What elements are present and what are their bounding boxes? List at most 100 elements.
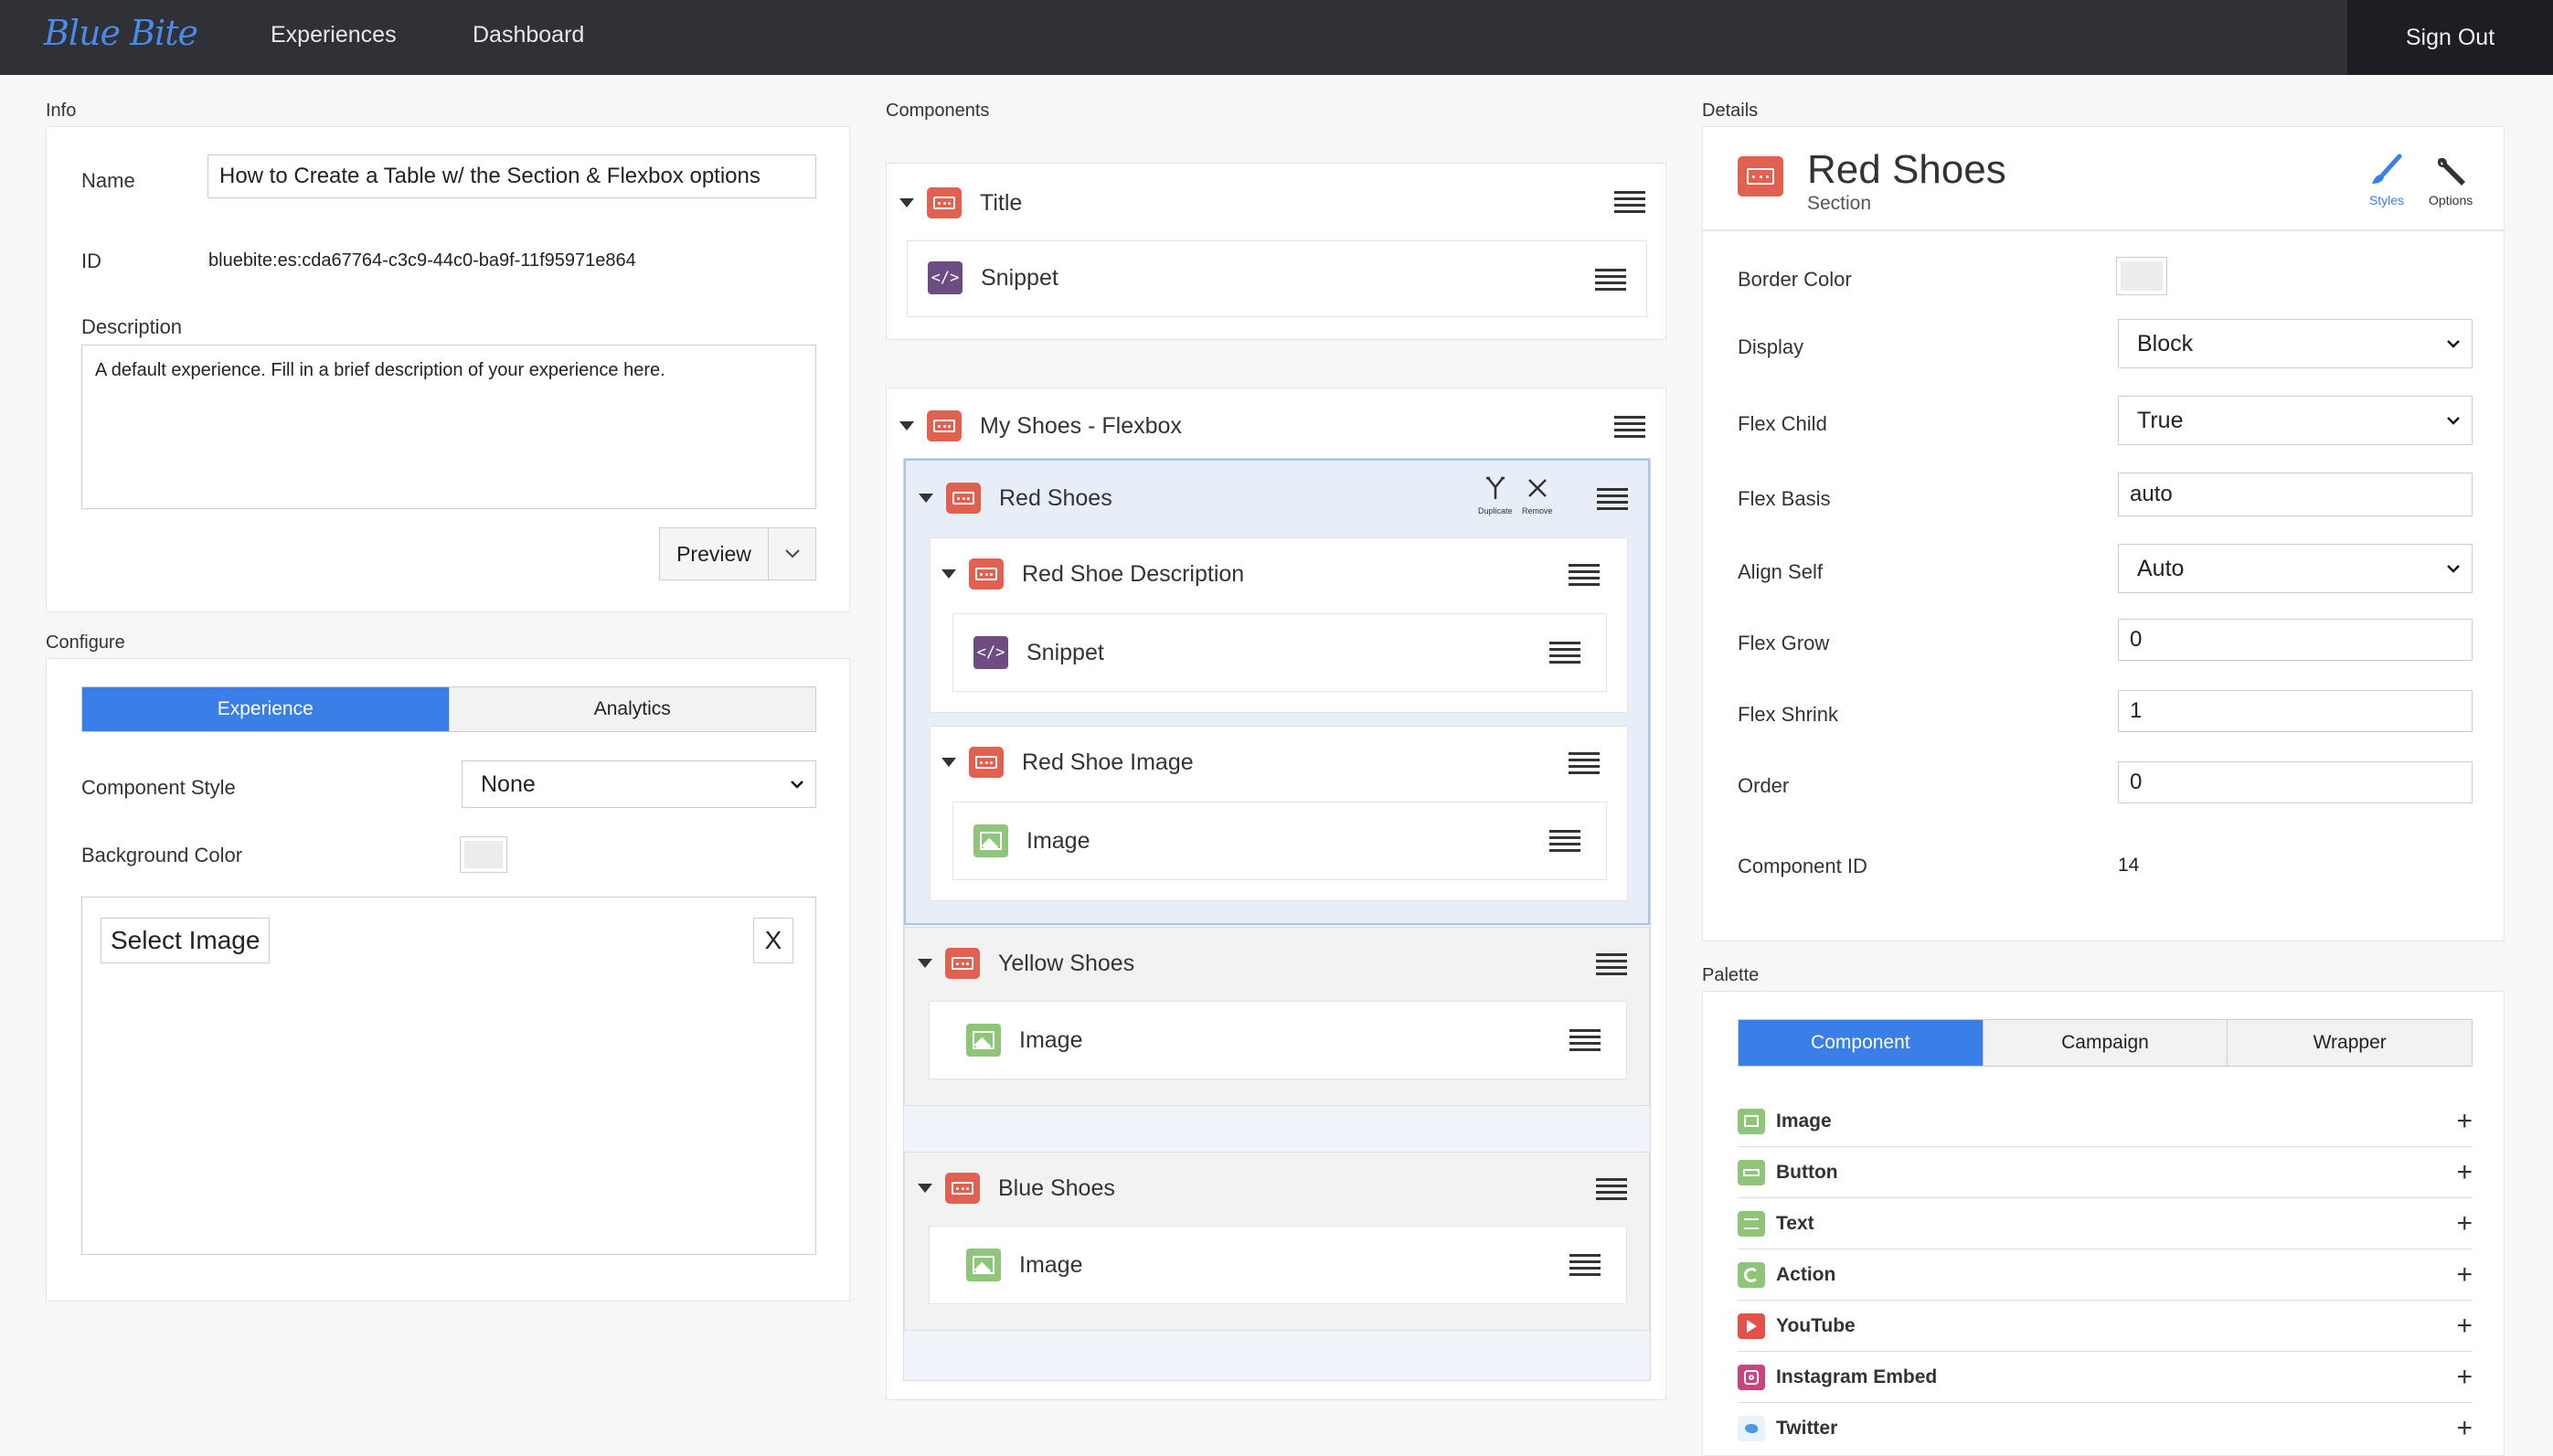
configure-section-label: Configure	[46, 632, 125, 653]
flex-shrink-label: Flex Shrink	[1738, 703, 1839, 726]
palette-item-text[interactable]: Text +	[1738, 1198, 2473, 1249]
red-shoes-section[interactable]: Red Shoes Duplicate Remove Red Shoe Desc…	[904, 459, 1650, 925]
flex-child-select[interactable]: True	[2118, 396, 2473, 445]
tab-analytics[interactable]: Analytics	[449, 687, 815, 731]
description-textarea[interactable]: A default experience. Fill in a brief de…	[81, 345, 816, 509]
display-value: Block	[2137, 330, 2194, 356]
close-icon	[1525, 475, 1550, 506]
drag-handle-icon[interactable]	[1596, 1178, 1627, 1200]
flex-basis-input[interactable]: auto	[2118, 473, 2473, 516]
snippet-card[interactable]: </> Snippet	[907, 240, 1647, 317]
background-color-swatch[interactable]	[460, 836, 507, 873]
tab-wrapper[interactable]: Wrapper	[2228, 1020, 2473, 1066]
border-color-swatch[interactable]	[2116, 257, 2167, 295]
tab-experience[interactable]: Experience	[82, 687, 450, 731]
palette-item-instagram-embed[interactable]: Instagram Embed +	[1738, 1352, 2473, 1403]
red-shoes-row[interactable]: Red Shoes	[919, 483, 1112, 514]
instagram-icon	[1738, 1364, 1765, 1390]
nav-dashboard[interactable]: Dashboard	[473, 22, 584, 48]
red-shoe-description-card[interactable]: Red Shoe Description </> Snippet	[930, 537, 1628, 713]
yellow-shoes-row[interactable]: Yellow Shoes	[918, 948, 1134, 979]
description-label: Description	[81, 315, 183, 338]
drag-handle-icon[interactable]	[1549, 830, 1580, 852]
align-self-value: Auto	[2137, 555, 2185, 581]
duplicate-button[interactable]: Duplicate	[1478, 475, 1513, 515]
title-section-card[interactable]: Title </> Snippet	[886, 163, 1666, 340]
palette-item-label: Button	[1776, 1161, 1838, 1183]
blue-shoes-row[interactable]: Blue Shoes	[918, 1173, 1115, 1204]
name-input[interactable]: How to Create a Table w/ the Section & F…	[207, 154, 816, 198]
collapse-triangle-icon[interactable]	[918, 1184, 932, 1193]
yellow-shoes-label: Yellow Shoes	[998, 950, 1135, 976]
image-card[interactable]: Image	[952, 802, 1607, 880]
plus-icon[interactable]: +	[2456, 1260, 2473, 1289]
palette-item-action[interactable]: Action +	[1738, 1249, 2473, 1301]
display-label: Display	[1738, 335, 1804, 358]
component-id-label: Component ID	[1738, 855, 1867, 877]
flex-child-label: Flex Child	[1738, 412, 1827, 435]
drag-handle-icon[interactable]	[1569, 752, 1600, 774]
flex-grow-input[interactable]: 0	[2118, 619, 2473, 661]
palette-item-button[interactable]: Button +	[1738, 1147, 2473, 1198]
options-label: Options	[2429, 193, 2473, 207]
flex-shrink-input[interactable]: 1	[2118, 690, 2473, 732]
drag-handle-icon[interactable]	[1614, 191, 1645, 213]
drag-handle-icon[interactable]	[1614, 416, 1645, 438]
blue-bite-logo[interactable]: Blue Bite	[44, 13, 198, 53]
styles-tab[interactable]: Styles	[2368, 153, 2405, 207]
background-color-label: Background Color	[81, 844, 243, 866]
display-select[interactable]: Block	[2118, 319, 2473, 368]
collapse-triangle-icon[interactable]	[899, 198, 914, 207]
red-shoe-image-row[interactable]: Red Shoe Image	[941, 747, 1194, 778]
drag-handle-icon[interactable]	[1569, 564, 1600, 586]
chevron-down-icon	[791, 781, 803, 789]
align-self-label: Align Self	[1738, 560, 1823, 583]
collapse-triangle-icon[interactable]	[941, 758, 956, 767]
plus-icon[interactable]: +	[2456, 1107, 2473, 1135]
info-panel: Name How to Create a Table w/ the Sectio…	[46, 126, 850, 612]
tab-component[interactable]: Component	[1739, 1020, 1984, 1066]
drag-handle-icon[interactable]	[1595, 269, 1626, 291]
collapse-triangle-icon[interactable]	[918, 959, 932, 968]
collapse-triangle-icon[interactable]	[919, 494, 933, 503]
options-tab[interactable]: Options	[2429, 153, 2473, 207]
preview-button[interactable]: Preview	[659, 527, 816, 580]
snippet-row: </> Snippet	[928, 261, 1058, 294]
red-shoe-description-row[interactable]: Red Shoe Description	[941, 558, 1244, 590]
drag-handle-icon[interactable]	[1597, 488, 1628, 510]
drag-handle-icon[interactable]	[1549, 642, 1580, 664]
palette-item-twitter[interactable]: Twitter +	[1738, 1403, 2473, 1454]
plus-icon[interactable]: +	[2456, 1158, 2473, 1186]
yellow-shoes-section[interactable]: Yellow Shoes Image	[904, 927, 1650, 1106]
plus-icon[interactable]: +	[2456, 1363, 2473, 1391]
image-card[interactable]: Image	[929, 1001, 1627, 1079]
blue-shoes-section[interactable]: Blue Shoes Image	[904, 1152, 1650, 1331]
chevron-down-icon[interactable]	[768, 528, 815, 579]
plus-icon[interactable]: +	[2456, 1312, 2473, 1340]
select-image-button[interactable]: Select Image	[101, 918, 271, 963]
drag-handle-icon[interactable]	[1596, 953, 1627, 975]
nav-experiences[interactable]: Experiences	[271, 22, 397, 48]
tab-campaign[interactable]: Campaign	[1983, 1020, 2229, 1066]
component-style-select[interactable]: None	[462, 760, 816, 808]
title-section-row[interactable]: Title	[899, 187, 1022, 218]
drag-handle-icon[interactable]	[1569, 1029, 1601, 1051]
remove-button[interactable]: Remove	[1522, 475, 1553, 515]
plus-icon[interactable]: +	[2456, 1209, 2473, 1238]
clear-image-button[interactable]: X	[753, 918, 793, 963]
flexbox-section-row[interactable]: My Shoes - Flexbox	[899, 410, 1182, 441]
collapse-triangle-icon[interactable]	[941, 569, 956, 579]
sign-out-button[interactable]: Sign Out	[2347, 0, 2553, 75]
snippet-card[interactable]: </> Snippet	[952, 613, 1607, 692]
plus-icon[interactable]: +	[2456, 1415, 2473, 1442]
red-shoe-image-card[interactable]: Red Shoe Image Image	[930, 726, 1628, 901]
image-card[interactable]: Image	[929, 1226, 1627, 1304]
align-self-select[interactable]: Auto	[2118, 544, 2473, 593]
palette-item-image[interactable]: Image +	[1738, 1096, 2473, 1147]
flexbox-section-card[interactable]: My Shoes - Flexbox Red Shoes Duplicate R…	[886, 388, 1666, 1400]
order-input[interactable]: 0	[2118, 761, 2473, 803]
top-navigation-bar: Blue Bite Experiences Dashboard Sign Out	[0, 0, 2553, 75]
drag-handle-icon[interactable]	[1569, 1254, 1601, 1276]
collapse-triangle-icon[interactable]	[899, 421, 914, 430]
palette-item-youtube[interactable]: YouTube +	[1738, 1301, 2473, 1352]
